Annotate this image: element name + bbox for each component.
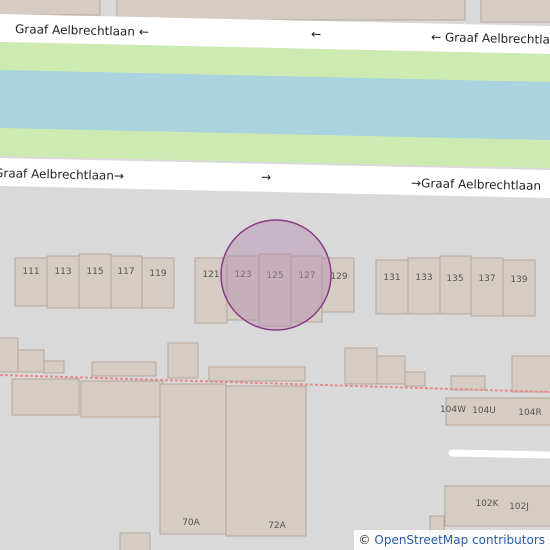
house-number-119: 119 xyxy=(149,269,166,279)
house-number-139: 139 xyxy=(510,275,527,285)
house-number-131: 131 xyxy=(383,273,400,283)
copyright-symbol: © xyxy=(358,533,371,547)
map-attribution: © OpenStreetMap contributors xyxy=(353,530,550,550)
house-number-72a: 72A xyxy=(268,521,286,531)
street-arrow-north-mid: ← xyxy=(311,27,321,41)
street-arrow-south-mid: → xyxy=(261,170,271,184)
house-number-133: 133 xyxy=(415,273,432,283)
house-number-121: 121 xyxy=(202,270,219,280)
street-label-south-right: →Graaf Aelbrechtlaan xyxy=(411,176,541,193)
house-number-104w: 104W xyxy=(440,405,466,415)
house-number-137: 137 xyxy=(478,274,495,284)
street-label-south-left: Graaf Aelbrechtlaan→ xyxy=(0,166,124,183)
house-number-115: 115 xyxy=(86,267,103,277)
house-number-102k: 102K xyxy=(475,499,499,509)
house-number-70a: 70A xyxy=(182,518,200,528)
house-number-104r: 104R xyxy=(518,408,541,418)
footpath-line xyxy=(448,449,550,459)
house-number-117: 117 xyxy=(117,267,134,277)
house-number-135: 135 xyxy=(446,274,463,284)
location-highlight-circle xyxy=(220,219,332,331)
house-number-111: 111 xyxy=(22,267,39,277)
house-number-113: 113 xyxy=(54,267,71,277)
map-canvas[interactable]: Graaf Aelbrechtlaan ← ← ← Graaf Aelbrech… xyxy=(0,0,550,550)
house-number-104u: 104U xyxy=(472,406,496,416)
house-number-102j: 102J xyxy=(509,502,529,512)
osm-contributors-link[interactable]: OpenStreetMap contributors xyxy=(374,533,545,547)
house-number-129: 129 xyxy=(330,272,347,282)
